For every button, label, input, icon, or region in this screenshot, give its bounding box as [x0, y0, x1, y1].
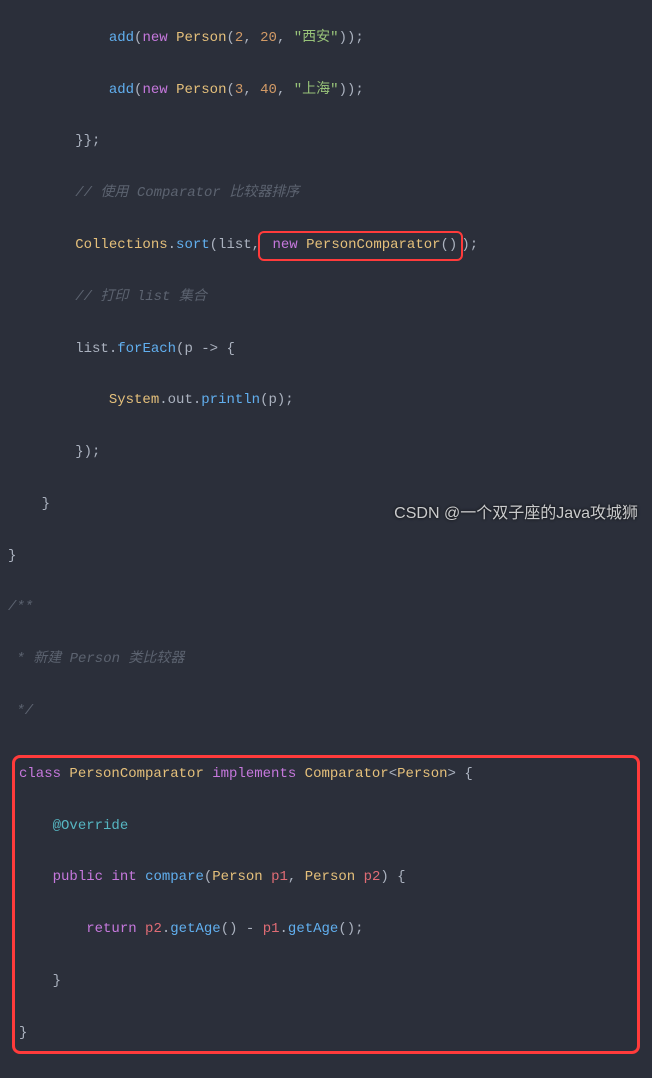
code-line: // 打印 list 集合	[8, 285, 644, 311]
code-line: }};	[8, 129, 644, 155]
code-line: System.out.println(p);	[8, 388, 644, 414]
code-line: add(new Person(3, 40, "上海"));	[8, 78, 644, 104]
code-line: }	[8, 544, 644, 570]
code-line: add(new Person(2, 20, "西安"));	[8, 26, 644, 52]
code-line: /**	[8, 595, 644, 621]
code-line: }	[19, 1021, 633, 1047]
code-line: * 新建 Person 类比较器	[8, 647, 644, 673]
code-line: Collections.sort(list, new PersonCompara…	[8, 233, 644, 259]
code-line: return p2.getAge() - p1.getAge();	[19, 917, 633, 943]
code-line: // 使用 Comparator 比较器排序	[8, 181, 644, 207]
code-line: class PersonComparator implements Compar…	[19, 762, 633, 788]
code-line: @Override	[19, 814, 633, 840]
code-line: public int compare(Person p1, Person p2)…	[19, 865, 633, 891]
code-editor[interactable]: add(new Person(2, 20, "西安")); add(new Pe…	[0, 0, 652, 1078]
highlight-box-block: class PersonComparator implements Compar…	[12, 755, 640, 1054]
code-line: });	[8, 440, 644, 466]
code-line: */	[8, 699, 644, 725]
code-line: list.forEach(p -> {	[8, 337, 644, 363]
watermark-text: CSDN @一个双子座的Java攻城狮	[394, 499, 638, 529]
code-line: }	[19, 969, 633, 995]
highlight-box-inline: new PersonComparator()	[258, 231, 463, 261]
